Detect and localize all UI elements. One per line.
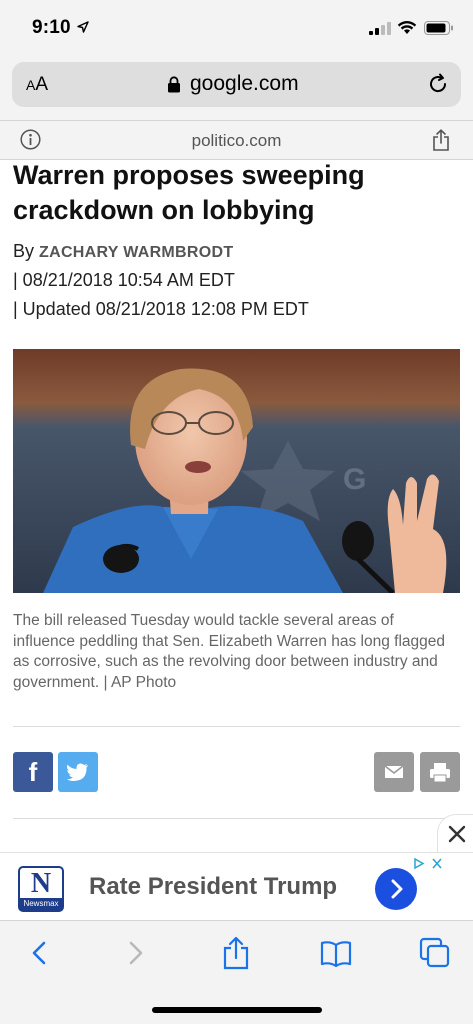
browser-header: AA google.com	[0, 58, 473, 120]
ad-go-button[interactable]	[375, 868, 417, 910]
byline: By ZACHARY WARMBRODT	[13, 241, 233, 262]
address-bar[interactable]: AA google.com	[12, 62, 461, 107]
updated-date: | Updated 08/21/2018 12:08 PM EDT	[13, 299, 309, 319]
share-icon[interactable]	[432, 129, 450, 151]
ad-banner[interactable]: N Newsmax Rate President Trump	[0, 852, 473, 920]
print-icon	[430, 763, 450, 783]
newsmax-logo: N Newsmax	[18, 866, 64, 912]
article-headline: Warren proposes sweeping crackdown on lo…	[13, 160, 365, 225]
reload-icon[interactable]	[427, 73, 449, 95]
adchoices-icon[interactable]	[411, 856, 445, 871]
status-time: 9:10	[32, 17, 71, 38]
status-bar: 9:10	[0, 0, 473, 58]
divider	[13, 818, 460, 819]
forward-icon[interactable]	[125, 938, 147, 968]
twitter-icon	[66, 763, 88, 781]
site-domain: politico.com	[191, 131, 282, 150]
author-link[interactable]: ZACHARY WARMBRODT	[39, 244, 233, 261]
facebook-icon: f	[28, 757, 38, 787]
lock-icon	[168, 76, 180, 93]
location-arrow-icon	[77, 21, 89, 33]
back-icon[interactable]	[28, 938, 50, 968]
mail-icon	[384, 765, 404, 778]
twitter-share-button[interactable]	[58, 752, 98, 792]
cellular-signal-icon	[369, 22, 391, 35]
reader-site-bar: politico.com	[0, 120, 473, 160]
divider	[13, 726, 460, 727]
url-text: google.com	[190, 72, 299, 95]
chevron-right-icon	[391, 879, 403, 899]
byline-prefix: By	[13, 241, 40, 261]
close-icon	[448, 825, 466, 843]
battery-icon	[424, 21, 453, 35]
published-date: | 08/21/2018 10:54 AM EDT	[13, 270, 235, 290]
ad-close-button[interactable]	[437, 814, 473, 852]
article-photo: G	[13, 349, 460, 593]
share-icon[interactable]	[222, 935, 250, 971]
bookmarks-icon[interactable]	[320, 940, 352, 968]
text-size-button[interactable]: AA	[26, 74, 48, 96]
facebook-share-button[interactable]: f	[13, 752, 53, 792]
wifi-icon	[397, 20, 417, 34]
browser-toolbar	[0, 920, 473, 1024]
photo-caption: The bill released Tuesday would tackle s…	[13, 612, 445, 691]
email-share-button[interactable]	[374, 752, 414, 792]
home-indicator[interactable]	[152, 1007, 322, 1013]
tabs-icon[interactable]	[419, 937, 451, 969]
print-button[interactable]	[420, 752, 460, 792]
ad-text[interactable]: Rate President Trump	[89, 873, 337, 901]
svg-text:G: G	[343, 463, 366, 496]
